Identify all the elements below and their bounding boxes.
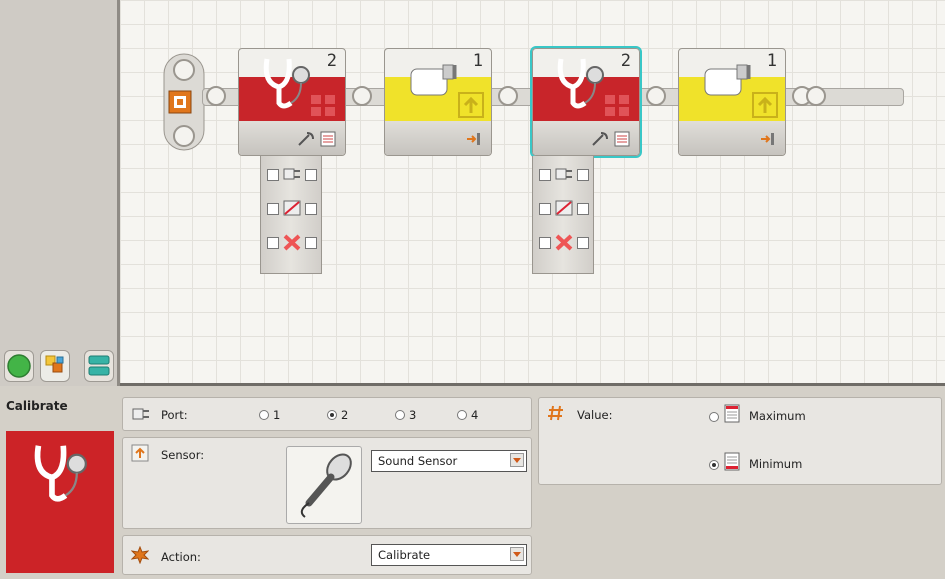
tab-common-palette[interactable] [4, 350, 34, 382]
start-area-icon [163, 53, 205, 151]
minimum-bar-icon [724, 452, 740, 471]
value-label: Value: [577, 408, 613, 422]
port-number: 1 [472, 51, 483, 71]
port-radio-4[interactable] [457, 410, 467, 420]
sensor-select-value: Sound Sensor [378, 454, 458, 468]
port-option-label: 4 [471, 408, 479, 422]
port-radio-3[interactable] [395, 410, 405, 420]
sensor-image [286, 446, 362, 524]
sensor-select[interactable]: Sound Sensor [371, 450, 527, 472]
sensor-arrow-icon [131, 444, 149, 462]
palette-strip [0, 0, 120, 386]
sensor-block-3-selected[interactable]: 2 [530, 46, 642, 158]
port-option-label: 2 [341, 408, 349, 422]
port-number: 2 [326, 51, 337, 71]
value-panel: Value: Maximum Minimum [538, 397, 942, 485]
port-row: Port: 1 2 3 4 [122, 397, 532, 431]
port-plug-icon [132, 408, 149, 420]
exit-arrow-icon [761, 133, 774, 145]
stack-icon [88, 355, 110, 376]
maximum-label: Maximum [749, 409, 806, 423]
port-label: Port: [161, 408, 188, 422]
program-canvas[interactable]: 2 1 2 1 [120, 0, 945, 386]
action-select-value: Calibrate [378, 548, 431, 562]
data-hub-1[interactable] [260, 156, 322, 274]
scale-icon [555, 200, 573, 216]
beam-connector [646, 86, 666, 106]
grid-dots-icon [311, 95, 335, 116]
block-name-label: Calibrate [6, 399, 68, 413]
action-block-2[interactable]: 1 [384, 48, 492, 156]
chevron-down-icon[interactable] [510, 453, 524, 467]
port-radio-2[interactable] [327, 410, 337, 420]
pointing-hand-icon [410, 64, 457, 96]
port-option-label: 3 [409, 408, 417, 422]
wrench-icon [592, 132, 608, 146]
port-number: 1 [766, 51, 777, 71]
delete-x-icon [555, 234, 573, 251]
data-hub-3[interactable] [532, 156, 594, 274]
chevron-down-icon[interactable] [510, 547, 524, 561]
sensor-label: Sensor: [161, 448, 205, 462]
beam-connector [806, 86, 826, 106]
scale-icon [283, 200, 301, 216]
hash-icon [548, 405, 563, 421]
stethoscope-icon [557, 58, 604, 109]
document-icon [320, 131, 336, 147]
minimum-label: Minimum [749, 457, 803, 471]
action-label: Action: [161, 550, 201, 564]
sensor-block-1[interactable]: 2 [238, 48, 346, 156]
upload-arrow-icon [752, 92, 778, 118]
document-icon [614, 131, 630, 147]
beam-connector [498, 86, 518, 106]
burst-icon [131, 546, 149, 564]
delete-x-icon [283, 234, 301, 251]
stethoscope-icon [263, 58, 310, 109]
green-circle-icon [7, 354, 31, 378]
beam-connector [352, 86, 372, 106]
tab-complete-palette[interactable] [40, 350, 70, 382]
action-row: Action: Calibrate [122, 535, 532, 575]
wrench-icon [298, 132, 314, 146]
port-option-label: 1 [273, 408, 281, 422]
beam-connector [206, 86, 226, 106]
port-plug-icon [555, 168, 572, 180]
upload-arrow-icon [458, 92, 484, 118]
tab-custom-palette[interactable] [84, 350, 114, 382]
block-preview [6, 431, 114, 573]
microphone-icon [300, 453, 352, 518]
maximum-bar-icon [724, 404, 740, 423]
maximum-radio[interactable] [709, 412, 719, 422]
action-block-4[interactable]: 1 [678, 48, 786, 156]
minimum-radio[interactable] [709, 460, 719, 470]
port-plug-icon [283, 168, 300, 180]
port-radio-1[interactable] [259, 410, 269, 420]
grid-dots-icon [605, 95, 629, 116]
blocks-icon [45, 355, 64, 373]
pointing-hand-icon [704, 64, 751, 96]
stethoscope-icon [34, 445, 87, 502]
action-select[interactable]: Calibrate [371, 544, 527, 566]
exit-arrow-icon [467, 133, 480, 145]
port-number: 2 [620, 51, 631, 71]
